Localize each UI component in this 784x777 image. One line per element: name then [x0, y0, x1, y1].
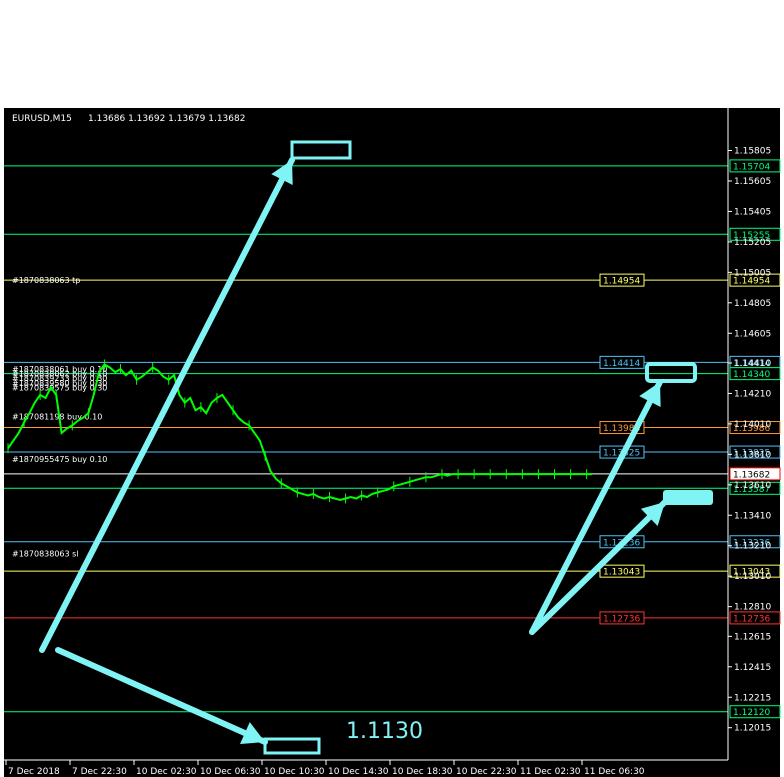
- time-tick-label: 10 Dec 22:30: [456, 767, 517, 777]
- price-tick-label: 1.14605: [734, 329, 771, 339]
- price-tick-label: 1.12810: [734, 603, 771, 613]
- target-box-right-lower: [663, 490, 713, 505]
- price-tick-label: 1.14805: [734, 299, 771, 309]
- order-label: #1870838063 sl: [12, 549, 79, 558]
- price-tick-label: 1.15405: [734, 207, 771, 217]
- price-level-label: 1.12736: [733, 614, 770, 624]
- header-ohlc: 1.13686 1.13692 1.13679 1.13682: [88, 114, 245, 124]
- price-tick-label: 1.13410: [734, 511, 771, 521]
- price-tick-label: 1.15605: [734, 177, 771, 187]
- price-tick-label: 1.13010: [734, 572, 771, 582]
- price-tick-label: 1.14410: [734, 359, 771, 369]
- chart-svg: 1.157041.152551.149541.149541.144141.144…: [0, 0, 784, 777]
- price-tick-label: 1.12615: [734, 632, 771, 642]
- time-tick-label: 7 Dec 2018: [8, 767, 60, 777]
- price-level-label: 1.14340: [733, 370, 770, 380]
- order-label: #1870955475 buy 0.10: [12, 455, 107, 464]
- inline-level-label: 1.12736: [603, 614, 640, 624]
- price-tick-label: 1.13810: [734, 450, 771, 460]
- price-tick-label: 1.12015: [734, 724, 771, 734]
- price-tick-label: 1.12215: [734, 693, 771, 703]
- price-tick-label: 1.15805: [734, 147, 771, 157]
- inline-level-label: 1.14414: [603, 359, 640, 369]
- time-tick-label: 10 Dec 10:30: [264, 767, 325, 777]
- price-tick-label: 1.14210: [734, 389, 771, 399]
- price-tick-label: 1.13210: [734, 542, 771, 552]
- price-level-label: 1.15704: [733, 162, 770, 172]
- time-tick-label: 10 Dec 02:30: [136, 767, 197, 777]
- time-tick-label: 11 Dec 02:30: [520, 767, 581, 777]
- time-tick-label: 10 Dec 06:30: [200, 767, 261, 777]
- price-tick-label: 1.12415: [734, 663, 771, 673]
- price-tick-label: 1.14010: [734, 420, 771, 430]
- header-symbol: EURUSD,M15: [12, 114, 72, 124]
- time-tick-label: 10 Dec 14:30: [328, 767, 389, 777]
- annotation-label: 1.1130: [346, 719, 423, 744]
- inline-level-label: 1.14954: [603, 277, 640, 287]
- price-level-label: 1.13682: [733, 470, 770, 480]
- time-tick-label: 7 Dec 22:30: [72, 767, 127, 777]
- order-label: #1870839575 buy 0.30: [12, 383, 107, 392]
- price-tick-label: 1.15005: [734, 268, 771, 278]
- time-tick-label: 10 Dec 18:30: [392, 767, 453, 777]
- price-tick-label: 1.15205: [734, 238, 771, 248]
- order-label: #1870838063 tp: [12, 276, 80, 285]
- price-tick-label: 1.13610: [734, 481, 771, 491]
- time-tick-label: 11 Dec 06:30: [584, 767, 645, 777]
- price-level-label: 1.12120: [733, 708, 770, 718]
- inline-level-label: 1.13043: [603, 568, 640, 578]
